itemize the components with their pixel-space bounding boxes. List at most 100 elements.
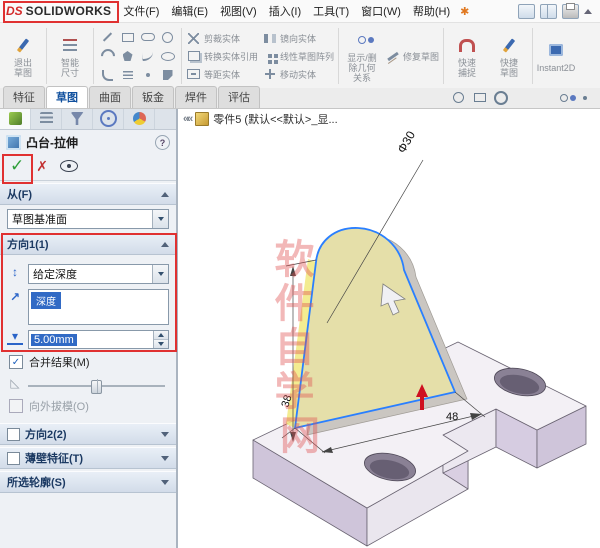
menu-window[interactable]: 窗口(W): [355, 0, 407, 22]
window-layout-icon[interactable]: [518, 4, 535, 19]
sketch-arc-icon[interactable]: [98, 47, 117, 65]
thin-feature-checkbox[interactable]: [7, 452, 20, 465]
repair-sketch-button[interactable]: 修复草图: [385, 49, 439, 64]
resources-star-icon[interactable]: ✱: [456, 5, 473, 18]
sketch-line-icon[interactable]: [98, 28, 117, 46]
mirror-entities-button[interactable]: 镜向实体: [262, 31, 334, 46]
zoom-fit-icon[interactable]: [451, 90, 466, 105]
sketch-polygon-icon[interactable]: [118, 47, 137, 65]
appearances-tab[interactable]: [124, 108, 155, 129]
quick-snaps-icon: [456, 34, 478, 56]
draft-slider[interactable]: [28, 379, 165, 393]
sketch-chamfer-icon[interactable]: [158, 66, 177, 84]
direction2-checkbox[interactable]: [7, 428, 20, 441]
move-entities-button[interactable]: 移动实体: [262, 67, 334, 82]
draft-angle-icon[interactable]: ◺: [7, 375, 23, 391]
depth-value[interactable]: 5.00mm: [31, 334, 77, 346]
quick-snaps-button[interactable]: 快速 捕捉: [446, 23, 488, 89]
print-icon[interactable]: [562, 4, 579, 19]
tab-evaluate[interactable]: 评估: [218, 86, 260, 108]
sketch-spline-icon[interactable]: [138, 47, 157, 65]
thin-feature-section-header[interactable]: 薄壁特征(T): [0, 447, 176, 469]
tab-surfaces[interactable]: 曲面: [89, 86, 131, 108]
graphics-viewport[interactable]: «« 零件5 (默认<<默认>_显...: [178, 108, 600, 548]
end-condition-dropdown[interactable]: 给定深度: [28, 264, 169, 284]
merge-result-checkbox[interactable]: ✓: [9, 355, 23, 369]
sketch-point-icon[interactable]: [138, 66, 157, 84]
menu-edit[interactable]: 编辑(E): [165, 0, 214, 22]
brand-name: SOLIDWORKS: [26, 4, 112, 18]
chevron-up-icon: [158, 333, 164, 337]
display-relations-button[interactable]: 显示/删 除几何 关系: [341, 23, 383, 89]
instant2d-button[interactable]: Instant2D: [535, 23, 577, 89]
collapse-menu-icon[interactable]: [584, 9, 592, 14]
feature-tree-tab[interactable]: [31, 108, 62, 129]
sketch-text-icon[interactable]: [118, 66, 137, 84]
ok-button[interactable]: ✓: [10, 159, 24, 173]
menu-insert[interactable]: 插入(I): [263, 0, 307, 22]
menu-view[interactable]: 视图(V): [214, 0, 263, 22]
slider-knob[interactable]: [91, 380, 102, 394]
rapid-sketch-button[interactable]: 快捷 草图: [488, 23, 530, 89]
smart-dimension-button[interactable]: 智能 尺寸: [49, 23, 91, 89]
dimension-width-text[interactable]: 48: [446, 411, 458, 423]
menu-file[interactable]: 文件(F): [117, 0, 165, 22]
convert-entities-label: 转换实体引用: [204, 50, 258, 63]
mirror-entities-label: 镜向实体: [280, 32, 316, 45]
ribbon-separator: [532, 28, 533, 84]
collapse-chevron-icon: [161, 192, 169, 197]
tab-features[interactable]: 特征: [3, 86, 45, 108]
chevrons-left-icon[interactable]: ««: [183, 113, 191, 125]
direction-selection-box[interactable]: 深度: [28, 289, 169, 325]
offset-entities-button[interactable]: 等距实体: [186, 67, 258, 82]
linear-pattern-button[interactable]: 线性草图阵列: [262, 49, 334, 64]
dimension-diameter-text[interactable]: Φ30: [394, 128, 418, 155]
start-condition-dropdown[interactable]: 草图基准面: [7, 209, 169, 229]
menu-tools[interactable]: 工具(T): [307, 0, 355, 22]
direction1-section-header[interactable]: 方向1(1): [0, 233, 176, 255]
cancel-button[interactable]: ✗: [36, 159, 48, 173]
spin-down-button[interactable]: [154, 339, 168, 348]
property-manager-panel: 凸台-拉伸 ? ✓ ✗ 从(F) 草图基准面 方向1(1) ↕ 给定深度 ↗: [0, 108, 178, 548]
depth-spinner[interactable]: 5.00mm: [28, 330, 169, 349]
from-section-header[interactable]: 从(F): [0, 183, 176, 205]
sketch-slot-icon[interactable]: [138, 28, 157, 46]
menu-help[interactable]: 帮助(H): [407, 0, 456, 22]
hide-show-items-icon[interactable]: [556, 90, 571, 105]
view-settings-icon[interactable]: [577, 90, 592, 105]
tab-sketch[interactable]: 草图: [46, 86, 88, 108]
panels-icon[interactable]: [540, 4, 557, 19]
trim-entities-button[interactable]: 剪裁实体: [186, 31, 258, 46]
draft-outward-checkbox[interactable]: [9, 399, 23, 413]
section-view-icon[interactable]: [514, 90, 529, 105]
help-icon[interactable]: ?: [155, 135, 170, 150]
dimxpert-tab[interactable]: [93, 108, 124, 129]
exit-sketch-button[interactable]: 退出 草图: [2, 23, 44, 89]
previous-view-icon[interactable]: [493, 90, 508, 105]
filter-tab[interactable]: [62, 108, 93, 129]
model-canvas[interactable]: Φ30 38 48 软 件 自 学: [178, 108, 600, 548]
display-relations-label-3: 关系: [353, 73, 371, 83]
selected-contours-section-header[interactable]: 所选轮廓(S): [0, 471, 176, 493]
extrude-direction-icon[interactable]: ↗: [7, 289, 23, 305]
quick-snaps-label-2: 捕捉: [458, 68, 476, 78]
dropdown-arrow-button[interactable]: [152, 210, 168, 228]
quick-snaps-label-1: 快速: [458, 58, 476, 68]
spin-up-button[interactable]: [154, 331, 168, 339]
sketch-circle-icon[interactable]: [158, 28, 177, 46]
convert-entities-button[interactable]: 转换实体引用: [186, 49, 258, 64]
sketch-rectangle-icon[interactable]: [118, 28, 137, 46]
sketch-fillet-icon[interactable]: [98, 66, 117, 84]
property-manager-tab[interactable]: [0, 108, 31, 129]
display-style-icon[interactable]: [535, 90, 550, 105]
preview-eye-icon[interactable]: [60, 160, 78, 172]
viewport-header: «« 零件5 (默认<<默认>_显...: [183, 111, 338, 127]
zoom-area-icon[interactable]: [472, 90, 487, 105]
menu-right-icons: [518, 4, 596, 19]
reverse-direction-icon[interactable]: ↕: [7, 264, 23, 280]
direction2-section-header[interactable]: 方向2(2): [0, 423, 176, 445]
tab-weldments[interactable]: 焊件: [175, 86, 217, 108]
dropdown-arrow-button[interactable]: [152, 265, 168, 283]
tab-sheet-metal[interactable]: 钣金: [132, 86, 174, 108]
sketch-ellipse-icon[interactable]: [158, 47, 177, 65]
